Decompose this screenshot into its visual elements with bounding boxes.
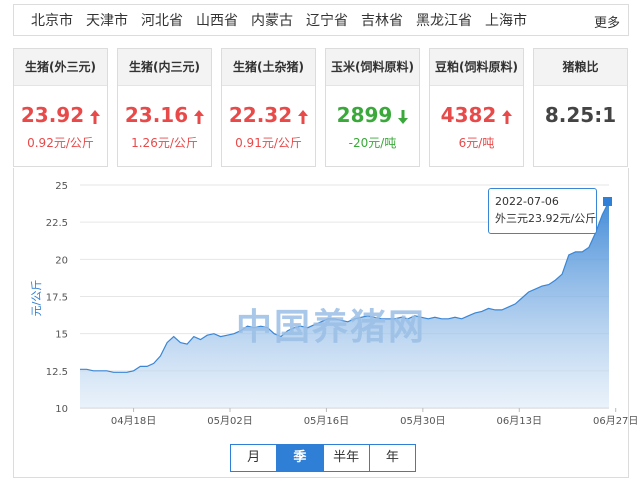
y-tick-label: 10 (55, 404, 68, 415)
y-tick-label: 15 (55, 330, 68, 341)
tab-month[interactable]: 月 (231, 445, 278, 471)
chart-tooltip: 2022-07-06 外三元23.92元/公斤 (488, 188, 597, 234)
y-axis-label: 元/公斤 (30, 280, 43, 317)
tooltip-value: 外三元23.92元/公斤 (495, 212, 597, 225)
tab-year[interactable]: 年 (370, 445, 415, 471)
y-tick-label: 25 (55, 181, 68, 192)
y-tick-label: 20 (55, 255, 68, 266)
x-tick-label: 05月16日 (304, 415, 349, 427)
price-trend-chart: 10 12.5 15 17.5 20 22.5 25 04月18日 05月02日 05月16日 05… (30, 181, 638, 427)
tab-quarter[interactable]: 季 (277, 445, 324, 471)
x-tick-label: 06月27日 (593, 415, 638, 427)
tooltip-date: 2022-07-06 (495, 195, 559, 208)
range-tabs: 月 季 半年 年 (230, 444, 416, 472)
watermark-text: 中国养猪网 (236, 307, 427, 348)
last-point-marker (603, 197, 612, 206)
x-tick-label: 06月13日 (497, 415, 542, 427)
y-tick-label: 22.5 (46, 218, 68, 229)
y-tick-label: 17.5 (46, 293, 68, 304)
x-tick-label: 05月02日 (207, 415, 252, 427)
x-tick-label: 05月30日 (400, 415, 445, 427)
tab-half-year[interactable]: 半年 (324, 445, 370, 471)
x-tick-label: 04月18日 (111, 415, 156, 427)
y-tick-label: 12.5 (46, 367, 68, 378)
